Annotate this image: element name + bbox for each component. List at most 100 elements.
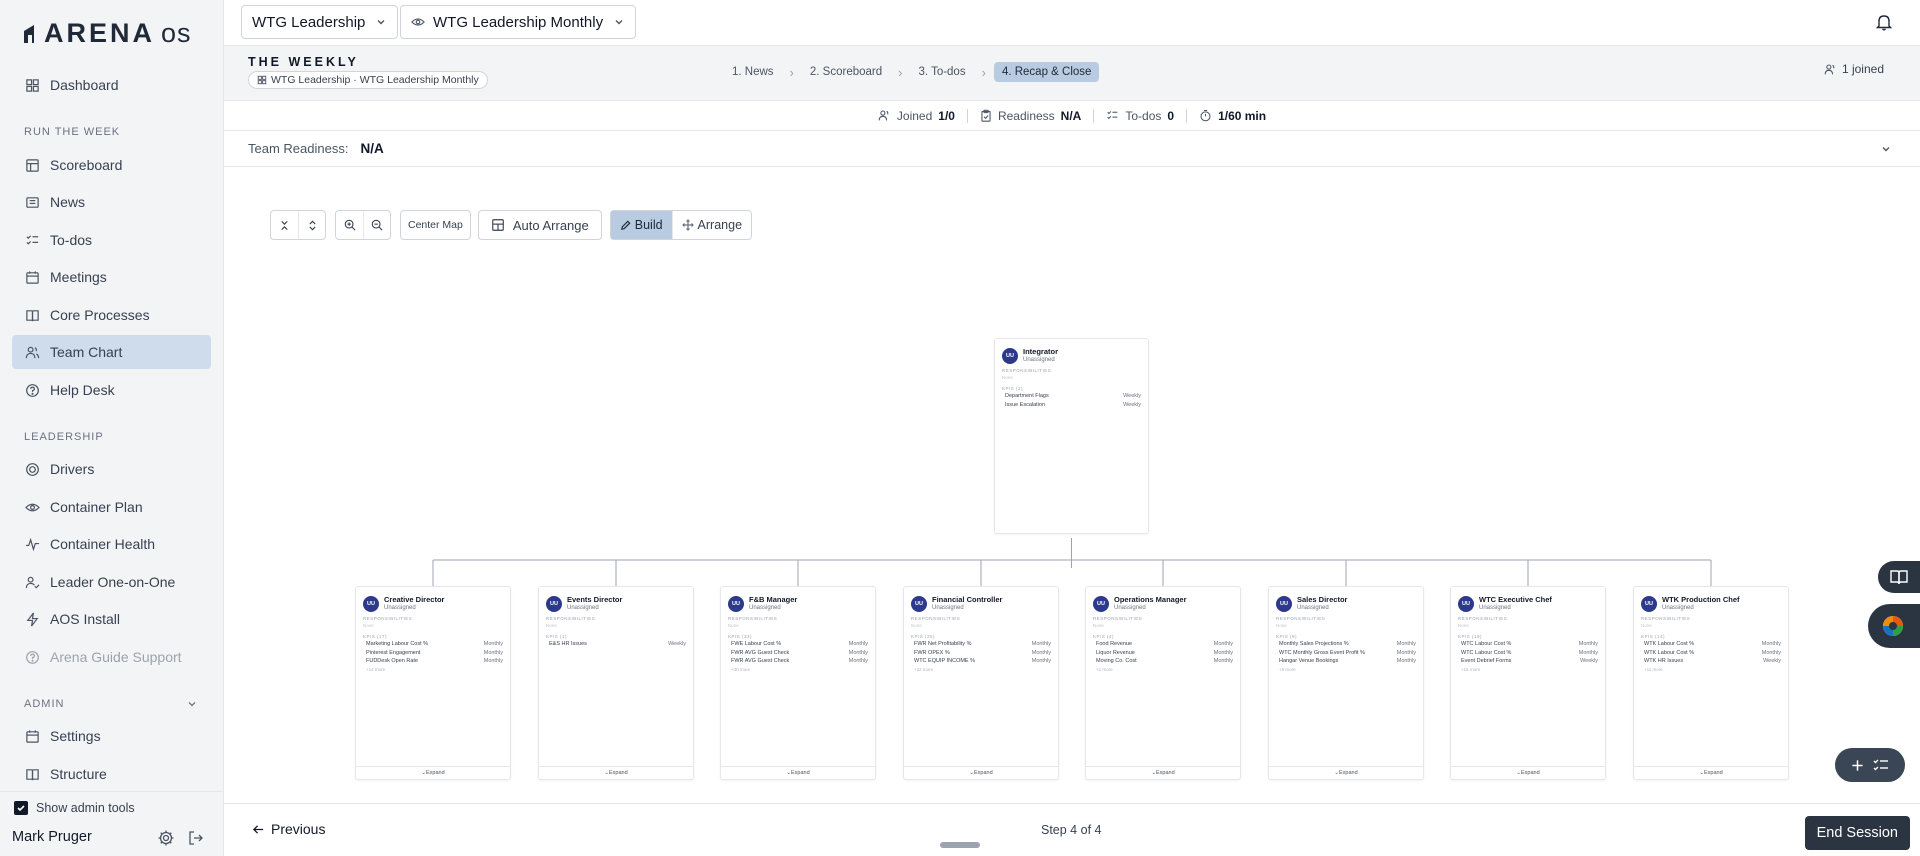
- kpi-row: Event Debrief Forms Weekly: [1451, 657, 1605, 666]
- gear-icon[interactable]: [157, 829, 175, 847]
- zoom-group: [335, 210, 391, 240]
- card-title-group: WTK Production Chef Unassigned: [1662, 595, 1740, 612]
- card-header: UU F&B Manager Unassigned: [721, 587, 875, 612]
- scroll-handle[interactable]: [940, 842, 980, 848]
- expand-button[interactable]: ⌄ Expand: [1269, 766, 1423, 779]
- step-scoreboard[interactable]: 2. Scoreboard: [802, 62, 890, 82]
- org-chart-canvas[interactable]: UU Integrator Unassigned RESPONSIBILITIES No…: [224, 250, 1920, 790]
- expand-button[interactable]: ⌄ Expand: [1086, 766, 1240, 779]
- kpi-more-link[interactable]: +30 more: [721, 666, 875, 673]
- sidebar-item-container-health[interactable]: Container Health: [12, 527, 211, 561]
- step-recap-close[interactable]: 4. Recap & Close: [993, 62, 1100, 82]
- sidebar-item-drivers[interactable]: Drivers: [12, 452, 211, 486]
- kpi-row: Issue Escalation Weekly: [995, 401, 1148, 410]
- step-todos[interactable]: 3. To-dos: [910, 62, 973, 82]
- section-label-leadership: LEADERSHIP: [24, 431, 104, 443]
- checkbox[interactable]: [14, 801, 28, 815]
- position-card[interactable]: UU Financial Controller Unassigned RESPONSI…: [903, 586, 1059, 780]
- expand-label: Expand: [790, 770, 810, 776]
- sidebar-item-team-chart[interactable]: Team Chart: [12, 335, 211, 369]
- team-select[interactable]: WTG Leadership: [241, 5, 399, 39]
- sidebar-item-leader-one-on-one[interactable]: Leader One-on-One: [12, 565, 211, 599]
- expand-button[interactable]: ⌄ Expand: [1634, 766, 1788, 779]
- sidebar-item-todos[interactable]: To-dos: [12, 223, 211, 257]
- sidebar-item-news[interactable]: News: [12, 185, 211, 219]
- auto-arrange-button[interactable]: Auto Arrange: [479, 211, 601, 239]
- kpi-more-link[interactable]: +22 more: [904, 666, 1058, 673]
- zoom-in-button[interactable]: [336, 211, 363, 239]
- sidebar-item-structure[interactable]: Structure: [12, 757, 211, 791]
- bottom-bar: Previous Step 4 of 4 End Session: [224, 803, 1920, 856]
- sidebar-item-scoreboard[interactable]: Scoreboard: [12, 148, 211, 182]
- center-map-button[interactable]: Center Map: [401, 211, 470, 239]
- sidebar-item-help-desk[interactable]: Help Desk: [12, 373, 211, 407]
- logout-icon[interactable]: [187, 829, 205, 847]
- position-card[interactable]: UU Operations Manager Unassigned RESPONSIBI…: [1085, 586, 1241, 780]
- sidebar-item-dashboard[interactable]: Dashboard: [12, 68, 211, 102]
- expand-button[interactable]: ⌄ Expand: [904, 766, 1058, 779]
- admin-tools-toggle[interactable]: Show admin tools: [14, 801, 135, 815]
- joined-count[interactable]: 1 joined: [1824, 62, 1884, 76]
- chevron-down-icon[interactable]: [1880, 143, 1892, 155]
- step-news[interactable]: 1. News: [724, 62, 782, 82]
- end-session-button[interactable]: End Session: [1804, 816, 1910, 850]
- sidebar-item-settings[interactable]: Settings: [12, 719, 211, 753]
- arrange-mode-button[interactable]: Arrange: [671, 211, 751, 239]
- position-card[interactable]: UU Integrator Unassigned RESPONSIBILITIES No…: [994, 338, 1149, 534]
- expand-button[interactable]: ⌄ Expand: [721, 766, 875, 779]
- sidebar-item-meetings[interactable]: Meetings: [12, 260, 211, 294]
- stat-label: Joined: [896, 108, 933, 123]
- expand-button[interactable]: ⌄ Expand: [539, 766, 693, 779]
- assignee-status: Unassigned: [1479, 605, 1511, 611]
- position-card[interactable]: UU Events Director Unassigned RESPONSIBILIT…: [538, 586, 694, 780]
- sidebar-item-arena-guide-support[interactable]: Arena Guide Support: [12, 640, 211, 674]
- position-card[interactable]: UU F&B Manager Unassigned RESPONSIBILITIES N…: [720, 586, 876, 780]
- build-mode-button[interactable]: Build: [610, 211, 672, 239]
- logo-mark-icon: [24, 24, 34, 43]
- meeting-chip[interactable]: WTG Leadership · WTG Leadership Monthly: [248, 71, 488, 89]
- assistant-avatar-button[interactable]: [1868, 604, 1920, 648]
- kpi-row: E&S HR Issues Weekly: [539, 640, 693, 649]
- kpi-more-link[interactable]: +16 more: [1451, 666, 1605, 673]
- expand-all-button[interactable]: [298, 211, 325, 239]
- position-card[interactable]: UU Creative Director Unassigned RESPONSIBIL…: [355, 586, 511, 780]
- kpi-more-link[interactable]: +11 more: [1634, 666, 1788, 673]
- sidebar-item-container-plan[interactable]: Container Plan: [12, 490, 211, 524]
- position-title: WTK Production Chef: [1662, 595, 1740, 604]
- kpi-name: Pinterest Engagement: [366, 649, 421, 656]
- kpi-more-link[interactable]: +14 more: [356, 666, 510, 673]
- previous-button[interactable]: Previous: [252, 821, 325, 837]
- chevron-down-icon[interactable]: [186, 698, 198, 710]
- position-card[interactable]: UU WTK Production Chef Unassigned RESPONSIB…: [1633, 586, 1789, 780]
- kpi-more-link[interactable]: +1 more: [1086, 666, 1240, 673]
- collapse-all-button[interactable]: [271, 211, 298, 239]
- sidebar-item-aos-install[interactable]: AOS Install: [12, 602, 211, 636]
- team-readiness-bar[interactable]: Team Readiness: N/A: [224, 131, 1920, 167]
- zoom-out-button[interactable]: [363, 211, 390, 239]
- expand-label: Expand: [425, 770, 445, 776]
- guide-book-button[interactable]: [1878, 561, 1920, 593]
- kpi-more-link[interactable]: +6 more: [1269, 666, 1423, 673]
- responsibilities-label: RESPONSIBILITIES: [911, 616, 961, 621]
- app-logo[interactable]: ARENA os: [22, 18, 192, 49]
- user-name: Mark Pruger: [12, 829, 92, 845]
- kpi-frequency: Monthly: [1213, 649, 1233, 656]
- expand-button[interactable]: ⌄ Expand: [356, 766, 510, 779]
- sidebar-item-core-processes[interactable]: Core Processes: [12, 298, 211, 332]
- position-card[interactable]: UU WTC Executive Chef Unassigned RESPONSIBI…: [1450, 586, 1606, 780]
- expand-button[interactable]: ⌄ Expand: [1451, 766, 1605, 779]
- kpi-row: Pinterest Engagement Monthly: [356, 649, 510, 658]
- bell-icon[interactable]: [1874, 12, 1894, 32]
- kpi-name: Event Debrief Forms: [1461, 658, 1512, 664]
- responsibilities-value: None: [1458, 623, 1469, 628]
- previous-label: Previous: [271, 821, 326, 837]
- dashboard-icon: [24, 77, 40, 93]
- position-title: F&B Manager: [749, 595, 798, 604]
- responsibilities-value: None: [363, 623, 374, 628]
- quick-add-todo-button[interactable]: [1835, 748, 1905, 782]
- meeting-select[interactable]: WTG Leadership Monthly: [400, 5, 637, 39]
- chevron-right-icon: ›: [789, 64, 794, 80]
- help-circle-icon: [24, 649, 40, 665]
- section-label-admin: ADMIN: [24, 698, 65, 710]
- position-card[interactable]: UU Sales Director Unassigned RESPONSIBILITI…: [1268, 586, 1424, 780]
